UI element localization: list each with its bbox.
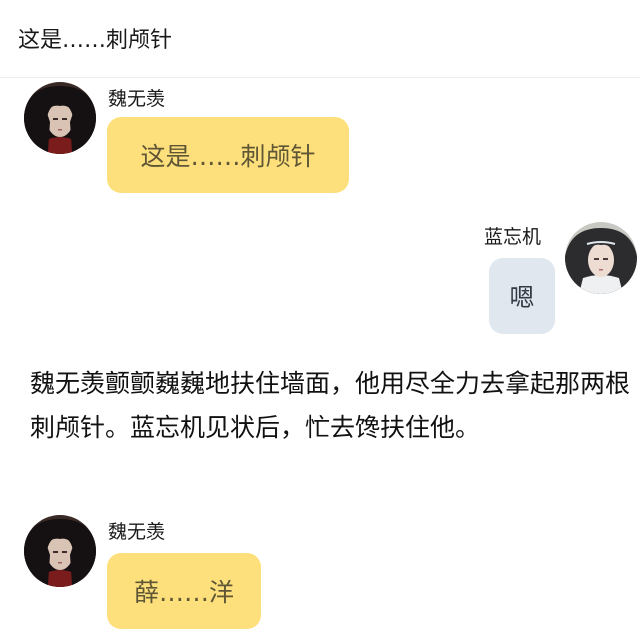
sender-name: 魏无羡 <box>108 88 166 110</box>
message-bubble[interactable]: 嗯 <box>489 258 555 334</box>
chat-header: 这是……刺颅针 <box>0 0 640 78</box>
dark-haired-character-avatar-icon <box>24 82 96 154</box>
avatar-lan-wangji[interactable] <box>565 222 637 294</box>
avatar-wei-wuxian[interactable] <box>24 82 96 154</box>
light-robed-character-avatar-icon <box>565 222 637 294</box>
dark-haired-character-avatar-icon <box>24 515 96 587</box>
sender-name: 蓝忘机 <box>484 226 542 248</box>
message-bubble[interactable]: 这是……刺颅针 <box>107 117 349 193</box>
chat-screen: 这是……刺颅针 魏无羡 这是……刺颅针 蓝忘机 嗯 魏无羡颤颤巍巍地扶住墙面，他… <box>0 0 640 640</box>
message-bubble[interactable]: 薛……洋 <box>107 553 261 629</box>
sender-name: 魏无羡 <box>108 521 166 543</box>
chat-title: 这是……刺颅针 <box>18 28 173 53</box>
narration-text: 魏无羡颤颤巍巍地扶住墙面，他用尽全力去拿起那两根刺颅针。蓝忘机见状后，忙去馋扶住… <box>30 369 631 442</box>
avatar-wei-wuxian[interactable] <box>24 515 96 587</box>
